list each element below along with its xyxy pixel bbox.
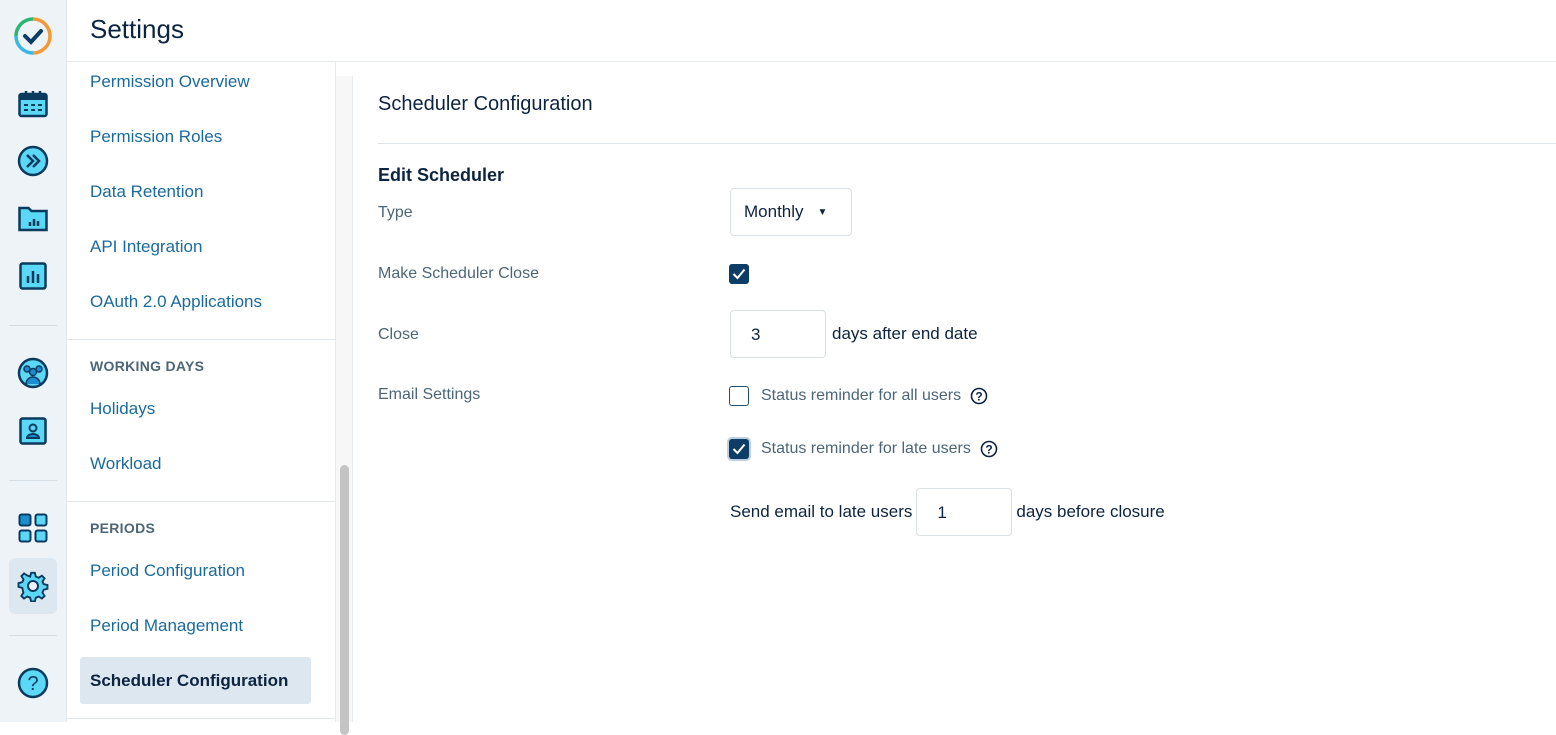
subnav-item-holidays[interactable]: Holidays	[90, 399, 155, 419]
rail-divider	[9, 635, 57, 636]
subnav-item-oauth-applications[interactable]: OAuth 2.0 Applications	[90, 292, 262, 312]
make-close-label: Make Scheduler Close	[378, 265, 539, 282]
fast-forward-icon[interactable]	[9, 137, 57, 185]
subnav-scrollbar[interactable]	[336, 76, 353, 735]
all-users-reminder-label: Status reminder for all users	[761, 387, 962, 404]
subnav-divider	[67, 501, 335, 502]
main-content: Scheduler Configuration Edit Scheduler T…	[353, 62, 1556, 722]
close-days-suffix: days after end date	[832, 324, 978, 343]
apps-grid-icon[interactable]	[9, 504, 57, 552]
subnav-item-permission-roles[interactable]: Permission Roles	[90, 127, 222, 147]
section-title: Scheduler Configuration	[378, 93, 593, 115]
caret-down-icon: ▼	[817, 206, 828, 218]
make-close-checkbox[interactable]	[729, 264, 749, 284]
bar-chart-icon[interactable]	[9, 252, 57, 300]
section-heading-periods: PERIODS	[90, 520, 156, 536]
check-icon	[732, 268, 746, 280]
type-select[interactable]: Monthly ▼	[730, 188, 852, 236]
late-users-reminder-label: Status reminder for late users	[761, 440, 971, 457]
user-card-icon[interactable]	[9, 407, 57, 455]
settings-subnav: Permission Overview Permission Roles Dat…	[67, 62, 336, 722]
close-days-input[interactable]: 3	[730, 310, 826, 358]
calendar-icon[interactable]	[9, 80, 57, 128]
email-settings-label: Email Settings	[378, 386, 481, 403]
subnav-item-period-management[interactable]: Period Management	[90, 616, 243, 636]
help-circle-icon[interactable]: ?	[980, 440, 998, 458]
late-users-reminder-checkbox[interactable]	[729, 439, 749, 459]
subnav-item-period-configuration[interactable]: Period Configuration	[90, 561, 245, 581]
subnav-divider	[67, 339, 335, 340]
rail-divider	[9, 325, 57, 326]
subnav-item-workload[interactable]: Workload	[90, 454, 162, 474]
type-label: Type	[378, 204, 413, 221]
all-users-reminder-checkbox[interactable]	[729, 386, 749, 406]
send-email-suffix: days before closure	[1016, 502, 1165, 521]
rail-divider	[9, 480, 57, 481]
gear-icon[interactable]	[9, 558, 57, 614]
subnav-item-scheduler-configuration[interactable]: Scheduler Configuration	[80, 657, 311, 704]
svg-text:?: ?	[27, 673, 38, 695]
type-select-value: Monthly	[744, 202, 804, 221]
logo-icon[interactable]	[9, 12, 57, 60]
team-icon[interactable]	[9, 349, 57, 397]
close-label: Close	[378, 326, 419, 343]
page-header: Settings	[67, 0, 1556, 62]
scrollbar-thumb[interactable]	[340, 465, 349, 735]
section-heading-working-days: WORKING DAYS	[90, 358, 205, 374]
subnav-divider	[67, 718, 335, 719]
svg-text:?: ?	[975, 390, 982, 404]
check-icon	[732, 443, 746, 455]
help-icon[interactable]: ?	[9, 659, 57, 707]
subnav-item-permission-overview[interactable]: Permission Overview	[90, 72, 250, 92]
section-divider	[378, 143, 1556, 144]
edit-scheduler-title: Edit Scheduler	[378, 165, 505, 185]
page-title: Settings	[90, 14, 184, 44]
svg-text:?: ?	[985, 443, 992, 457]
subnav-item-data-retention[interactable]: Data Retention	[90, 182, 203, 202]
folder-chart-icon[interactable]	[9, 195, 57, 243]
subnav-item-api-integration[interactable]: API Integration	[90, 237, 202, 257]
send-email-prefix: Send email to late users	[730, 502, 913, 521]
icon-rail: ?	[0, 0, 67, 722]
days-before-closure-input[interactable]: 1	[916, 488, 1013, 536]
help-circle-icon[interactable]: ?	[970, 387, 988, 405]
